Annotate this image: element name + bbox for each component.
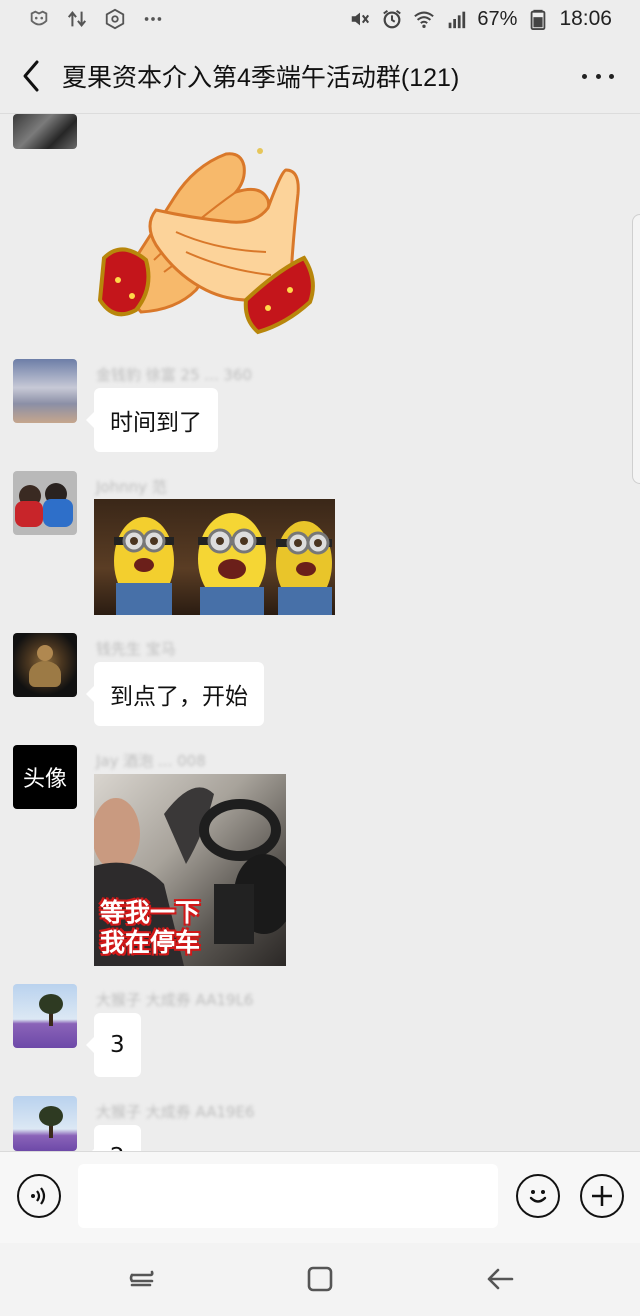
status-bar: 67% 18:06 <box>0 0 640 38</box>
hexagon-icon <box>105 8 125 30</box>
sender-avatar[interactable] <box>13 633 77 697</box>
sender-nickname: Johnny 范 <box>96 478 167 496</box>
more-dots-icon <box>582 73 587 79</box>
battery-percentage: 67% <box>477 7 518 30</box>
parking-meme-gif[interactable]: 等我一下 我在停车 <box>94 774 286 966</box>
sender-avatar[interactable]: 头像 <box>13 745 77 809</box>
meme-caption: 等我一下 我在停车 <box>100 898 200 958</box>
message-bubble[interactable]: 时间到了 <box>86 388 218 452</box>
battery-icon <box>531 9 546 30</box>
minions-cheering-gif[interactable] <box>94 499 335 615</box>
home-icon[interactable] <box>304 1263 336 1295</box>
more-functions-button[interactable] <box>580 1174 624 1218</box>
group-title: 夏果资本介入第4季端午活动群(121) <box>62 63 460 92</box>
sender-nickname: Jay 酒泡 ... 008 <box>96 752 206 770</box>
back-chevron-icon <box>23 60 39 91</box>
avatar-text: 头像 <box>22 767 67 792</box>
sender-nickname: 金钱豹 徐富 25 ... 360 <box>96 366 253 384</box>
emoji-button[interactable] <box>516 1174 560 1218</box>
emoji-icon <box>529 1190 547 1203</box>
nav-back-icon[interactable] <box>484 1263 516 1295</box>
clapping-hands-sticker[interactable] <box>96 140 316 340</box>
sender-avatar[interactable] <box>13 1096 77 1151</box>
clock: 18:06 <box>559 7 612 30</box>
message-input[interactable] <box>78 1164 498 1228</box>
voice-icon <box>31 1187 46 1205</box>
sender-avatar[interactable] <box>13 471 77 535</box>
data-arrows-icon <box>67 10 87 28</box>
voice-button[interactable] <box>17 1174 61 1218</box>
fast-scroll-handle[interactable] <box>632 214 640 484</box>
message-bubble[interactable]: 3 <box>86 1013 141 1077</box>
alarm-icon <box>383 9 402 29</box>
sender-nickname: 大猴子 大成券 AA19L6 <box>96 991 254 1009</box>
input-bar <box>0 1151 640 1243</box>
sender-nickname: 钱先生 宝马 <box>96 640 176 658</box>
chat-header: 夏果资本介入第4季端午活动群(121) <box>0 38 640 114</box>
wifi-icon <box>414 11 435 28</box>
message-bubble[interactable]: 到点了，开始 <box>86 662 264 726</box>
recents-icon[interactable] <box>126 1263 158 1295</box>
plus-icon <box>592 1186 612 1206</box>
more-notifications-icon <box>144 17 162 21</box>
back-button[interactable] <box>0 38 62 114</box>
sender-avatar[interactable] <box>13 114 77 149</box>
meme-caption-line2: 我在停车 <box>100 928 201 957</box>
sender-avatar[interactable] <box>13 359 77 423</box>
chat-info-button[interactable] <box>582 64 614 88</box>
4g-signal-icon <box>449 11 466 29</box>
meme-caption-line1: 等我一下 <box>100 898 201 927</box>
mute-icon <box>352 12 370 26</box>
system-navigation-bar <box>0 1243 640 1316</box>
tiger-mask-icon <box>30 10 48 26</box>
sender-nickname: 大猴子 大成券 AA19E6 <box>96 1103 255 1121</box>
sender-avatar[interactable] <box>13 984 77 1048</box>
